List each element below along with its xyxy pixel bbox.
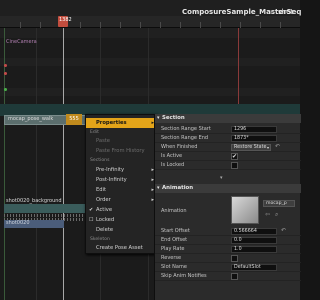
menu-heading-sections: Sections xyxy=(90,158,110,163)
sub-sequence-title[interactable]: shot xyxy=(278,8,293,16)
sequencer-header: ComposureSample_MasterSeq › shot 1382 xyxy=(0,0,301,28)
menu-item-create-pose-asset[interactable]: Create Pose Asset xyxy=(86,243,158,253)
prop-label: Reverse xyxy=(161,255,182,261)
collapse-caret-icon: ▾ xyxy=(157,115,160,121)
prop-row-end-offset: End Offset 0.0 xyxy=(155,236,301,245)
playhead-line[interactable] xyxy=(63,28,64,300)
menu-item-label: Order xyxy=(96,197,111,203)
prop-row-is-locked: Is Locked xyxy=(155,161,301,170)
reset-arrow-icon[interactable]: ↶ xyxy=(275,144,281,150)
play-rate-field[interactable]: 1.0 xyxy=(231,246,277,253)
prop-row-range-start: Section Range Start 1296 xyxy=(155,125,301,134)
skip-notifies-checkbox[interactable] xyxy=(231,273,238,280)
prop-row-is-active: Is Active ✔ xyxy=(155,152,301,161)
prop-label: Is Active xyxy=(161,153,183,159)
background-label: shot0020_background xyxy=(6,198,62,204)
browse-arrow-icon[interactable]: ⇦ xyxy=(265,212,271,218)
animation-section-label: mocap_pose_walk xyxy=(8,116,54,122)
prop-label: Section Range End xyxy=(161,135,209,141)
prop-label: Skip Anim Notifies xyxy=(161,273,207,279)
grid-line xyxy=(36,28,37,300)
prop-label: Animation xyxy=(161,208,187,214)
keyframe-dot[interactable] xyxy=(4,72,7,75)
menu-item-label: Properties xyxy=(96,120,127,126)
menu-item-label: Paste From History xyxy=(96,148,145,154)
prop-label: End Offset xyxy=(161,237,188,243)
prop-label: Section Range Start xyxy=(161,126,211,132)
animation-asset-dropdown[interactable]: mocap_p xyxy=(263,200,295,207)
shot-label: shot0020 xyxy=(6,220,30,226)
category-title: Animation xyxy=(162,185,194,191)
slot-name-field[interactable]: DefaultSlot xyxy=(231,264,277,271)
track-row xyxy=(0,28,300,38)
prop-row-when-finished: When Finished Restore State ▾ ↶ xyxy=(155,143,301,152)
menu-item-label: Delete xyxy=(96,227,114,233)
menu-item-label: Edit xyxy=(96,187,107,193)
prop-label: Start Offset xyxy=(161,228,190,234)
dropdown-value: Restore State xyxy=(234,145,267,150)
range-start-line xyxy=(4,28,5,300)
range-start-field[interactable]: 1296 xyxy=(231,126,277,133)
menu-item-label: Active xyxy=(96,207,113,213)
track-row xyxy=(0,58,300,66)
keyframe-dot[interactable] xyxy=(4,88,7,91)
menu-item-label: Pre-Infinity xyxy=(96,167,125,173)
checkmark-icon: ✔ xyxy=(89,207,94,213)
menu-item-paste-from-history[interactable]: Paste From History xyxy=(86,146,158,156)
track-row xyxy=(0,88,300,96)
menu-item-pre-infinity[interactable]: Pre-Infinity ▸ xyxy=(86,165,158,175)
end-offset-field[interactable]: 0.0 xyxy=(231,237,277,244)
prop-row-play-rate: Play Rate 1.0 xyxy=(155,245,301,254)
prop-row-reverse: Reverse xyxy=(155,254,301,263)
menu-heading-skeleton: Skeleton xyxy=(90,237,110,242)
category-title: Section xyxy=(162,115,185,121)
is-locked-checkbox[interactable] xyxy=(231,162,238,169)
category-section[interactable]: ▾ Section xyxy=(155,114,301,123)
checkbox-empty-icon: ☐ xyxy=(89,217,94,223)
playhead-frame: 1382 xyxy=(59,17,72,23)
range-end-field[interactable]: 1873* xyxy=(231,135,277,142)
menu-item-active[interactable]: ✔ Active xyxy=(86,205,158,215)
prop-row-start-offset: Start Offset 0.566664 ↶ xyxy=(155,227,301,236)
menu-item-order[interactable]: Order ▸ xyxy=(86,195,158,205)
breadcrumb-separator: › xyxy=(270,8,273,16)
context-menu: Properties ▸ Edit Paste Paste From Histo… xyxy=(85,114,158,254)
menu-item-paste[interactable]: Paste xyxy=(86,136,158,146)
dropdown-value: mocap_p xyxy=(266,201,287,206)
menu-item-label: Create Pose Asset xyxy=(96,245,143,251)
menu-item-label: Paste xyxy=(96,138,111,144)
menu-item-label: Post-Infinity xyxy=(96,177,127,183)
animation-asset-thumbnail[interactable] xyxy=(231,196,259,224)
reverse-checkbox[interactable] xyxy=(231,255,238,262)
menu-item-delete[interactable]: Delete xyxy=(86,225,158,235)
properties-panel: ▾ Section Section Range Start 1296 Secti… xyxy=(154,114,301,300)
expand-caret-icon[interactable]: ▾ xyxy=(220,175,223,181)
cine-camera-label: CineCamera xyxy=(6,39,37,45)
menu-item-properties[interactable]: Properties ▸ xyxy=(86,118,158,128)
section-frame-badge: 555 xyxy=(66,114,82,125)
prop-label: Slot Name xyxy=(161,264,187,270)
is-active-checkbox[interactable]: ✔ xyxy=(231,153,238,160)
when-finished-dropdown[interactable]: Restore State ▾ xyxy=(231,144,271,151)
prop-row-skip-notifies: Skip Anim Notifies xyxy=(155,272,301,281)
prop-label: Is Locked xyxy=(161,162,185,168)
menu-item-post-infinity[interactable]: Post-Infinity ▸ xyxy=(86,175,158,185)
start-offset-field[interactable]: 0.566664 xyxy=(231,228,277,235)
collapse-caret-icon: ▾ xyxy=(157,185,160,191)
prop-label: When Finished xyxy=(161,144,198,150)
reset-arrow-icon[interactable]: ↶ xyxy=(281,228,287,234)
chevron-down-icon: ▾ xyxy=(266,145,269,150)
search-icon[interactable]: ⌕ xyxy=(275,212,281,218)
prop-label: Play Rate xyxy=(161,246,185,252)
menu-item-label: Locked xyxy=(96,217,115,223)
menu-item-edit[interactable]: Edit ▸ xyxy=(86,185,158,195)
prop-row-range-end: Section Range End 1873* xyxy=(155,134,301,143)
category-animation[interactable]: ▾ Animation xyxy=(155,184,301,193)
keyframe-dot[interactable] xyxy=(4,64,7,67)
menu-heading-edit: Edit xyxy=(90,130,99,135)
time-ruler[interactable] xyxy=(0,16,300,28)
menu-item-locked[interactable]: ☐ Locked xyxy=(86,215,158,225)
prop-row-slot-name: Slot Name DefaultSlot xyxy=(155,263,301,272)
